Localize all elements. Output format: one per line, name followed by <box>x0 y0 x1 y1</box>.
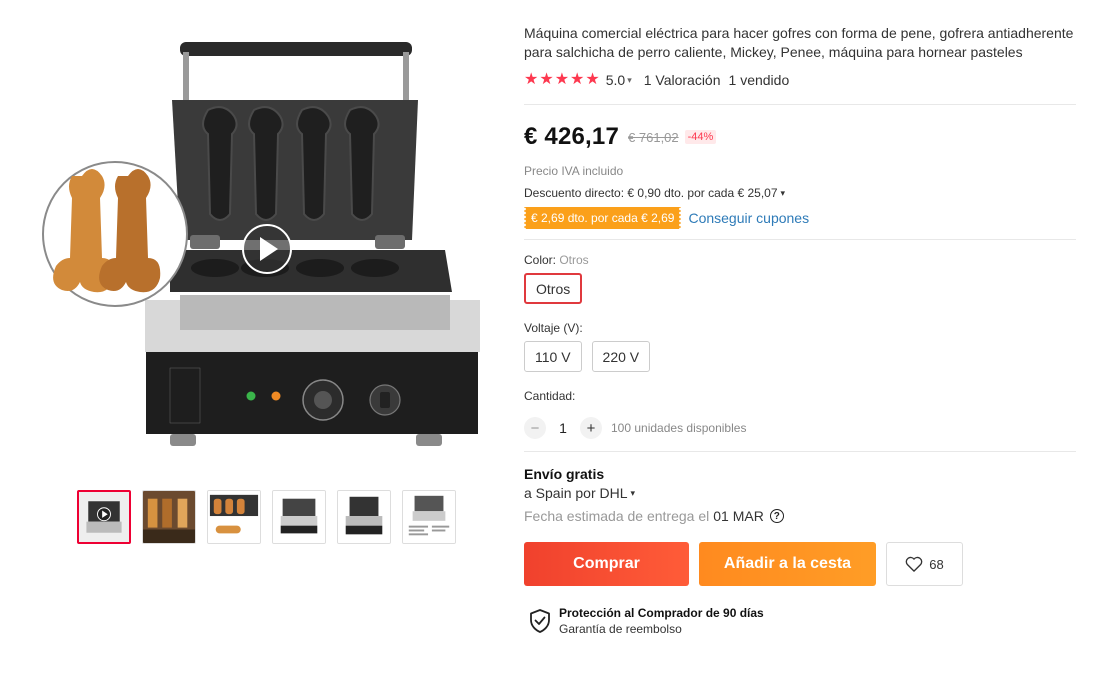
direct-discount-text: Descuento directo: € 0,90 dto. por cada … <box>524 186 778 200</box>
thumbnail-5[interactable] <box>337 490 391 544</box>
waffle-machine-illustration <box>42 42 480 446</box>
color-label-text: Color: <box>524 253 560 267</box>
rating-row: ★ ★ ★ ★ ★ 5.0 ▾ 1 Valoración 1 vendido <box>524 70 1076 90</box>
chevron-down-icon[interactable]: ▾ <box>627 75 632 86</box>
protection-subtitle: Garantía de reembolso <box>559 622 682 636</box>
sold-count: 1 vendido <box>728 72 790 88</box>
action-buttons: Comprar Añadir a la cesta 68 <box>524 542 1076 586</box>
get-coupons-link[interactable]: Conseguir cupones <box>688 210 809 226</box>
divider <box>524 104 1076 105</box>
thumbnail-2[interactable] <box>142 490 196 544</box>
coupon-row: € 2,69 dto. por cada € 2,69 Conseguir cu… <box>522 207 1076 229</box>
buy-now-button[interactable]: Comprar <box>524 542 689 586</box>
stock-available: 100 unidades disponibles <box>611 421 747 435</box>
vat-note: Precio IVA incluido <box>524 164 624 178</box>
divider <box>524 239 1076 240</box>
voltage-options: 110 V 220 V <box>524 341 1076 372</box>
star-icon: ★ <box>554 71 570 88</box>
shipping-title: Envío gratis <box>524 466 605 482</box>
heart-icon <box>905 556 923 572</box>
quantity-decrease-button[interactable]: − <box>524 417 546 439</box>
product-title: Máquina comercial eléctrica para hacer g… <box>524 25 1074 60</box>
wishlist-count: 68 <box>929 556 944 572</box>
quantity-label: Cantidad: <box>524 389 576 403</box>
quantity-stepper: − 1 + 100 unidades disponibles <box>524 417 1076 439</box>
rating-stars: ★ ★ ★ ★ ★ <box>524 72 600 88</box>
protection-title: Protección al Comprador de 90 días <box>559 606 764 620</box>
eta-date: 01 MAR <box>713 508 764 524</box>
thumbnail-strip <box>77 490 456 544</box>
color-selected-text: Otros <box>559 253 589 267</box>
reviews-link[interactable]: 1 Valoración <box>644 72 721 88</box>
rating-value[interactable]: 5.0 <box>606 72 625 88</box>
voltage-option-220[interactable]: 220 V <box>591 341 651 372</box>
shipping-method-text: a Spain por DHL <box>524 485 628 501</box>
color-label: Color: Otros <box>524 253 1076 267</box>
coupon-badge[interactable]: € 2,69 dto. por cada € 2,69 <box>522 207 683 229</box>
wishlist-button[interactable]: 68 <box>886 542 963 586</box>
divider <box>524 451 1076 452</box>
eta-label: Fecha estimada de entrega el <box>524 508 710 524</box>
star-icon: ★ <box>585 71 600 88</box>
question-icon[interactable]: ? <box>769 509 784 523</box>
price-row: € 426,17 € 761,02 -44% <box>524 123 1076 151</box>
color-options: Otros <box>524 273 1076 304</box>
star-icon: ★ <box>539 71 554 88</box>
thumbnail-6[interactable] <box>402 490 456 544</box>
thumbnail-1[interactable] <box>77 490 131 544</box>
discount-badge: -44% <box>684 130 717 144</box>
voltage-label: Voltaje (V): <box>524 321 583 335</box>
color-option-otros[interactable]: Otros <box>524 273 583 304</box>
add-to-cart-button[interactable]: Añadir a la cesta <box>699 542 876 586</box>
buyer-protection[interactable]: Protección al Comprador de 90 días Garan… <box>529 606 1076 636</box>
original-price: € 761,02 <box>628 129 679 145</box>
thumbnail-4[interactable] <box>272 490 326 544</box>
chevron-down-icon: ▾ <box>630 487 636 498</box>
direct-discount[interactable]: Descuento directo: € 0,90 dto. por cada … <box>524 186 1076 200</box>
star-icon: ★ <box>524 71 539 88</box>
star-icon: ★ <box>570 71 585 88</box>
product-info: Máquina comercial eléctrica para hacer g… <box>522 24 1076 636</box>
main-product-image[interactable] <box>40 30 490 470</box>
product-page: Máquina comercial eléctrica para hacer g… <box>0 0 1096 680</box>
product-gallery <box>40 30 490 550</box>
quantity-value[interactable]: 1 <box>546 420 580 436</box>
shield-check-icon <box>530 609 550 633</box>
shipping-method[interactable]: a Spain por DHL ▾ <box>524 485 1076 501</box>
chevron-down-icon: ▾ <box>780 187 786 198</box>
quantity-increase-button[interactable]: + <box>580 417 602 439</box>
protection-text: Protección al Comprador de 90 días Garan… <box>559 606 764 636</box>
voltage-option-110[interactable]: 110 V <box>524 341 582 372</box>
delivery-estimate: Fecha estimada de entrega el 01 MAR ? <box>524 508 1076 524</box>
current-price: € 426,17 <box>524 123 620 150</box>
thumbnail-3[interactable] <box>207 490 261 544</box>
